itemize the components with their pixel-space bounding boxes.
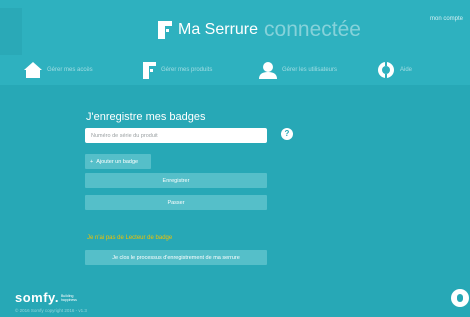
nav-label: Gérer mes produits xyxy=(161,67,213,73)
help-lifebuoy-icon xyxy=(378,62,394,78)
nav-item-manage-access[interactable]: Gérer mes accès xyxy=(24,60,93,80)
user-icon xyxy=(259,61,277,79)
home-icon xyxy=(24,62,42,78)
logo-tagline-line2: happiness xyxy=(60,298,77,302)
somfy-logo: somfy. Building happiness xyxy=(15,289,77,305)
nav-item-manage-users[interactable]: Gérer les utilisateurs xyxy=(259,60,337,80)
nav-label: Gérer les utilisateurs xyxy=(282,67,338,73)
lock-logo-icon xyxy=(158,21,172,39)
brand: Ma Serrure connectée xyxy=(158,18,361,41)
copyright: © 2016 Somfy copyright 2016 - v1.3 xyxy=(15,308,87,313)
header-left-panel xyxy=(0,8,22,55)
form-title: J'enregistre mes badges xyxy=(86,111,206,123)
add-badge-button[interactable]: + Ajouter un badge xyxy=(85,154,151,169)
nav-item-manage-products[interactable]: Gérer mes produits xyxy=(143,60,212,80)
account-link[interactable]: mon compte xyxy=(430,16,463,22)
skip-button[interactable]: Passer xyxy=(85,195,267,210)
nav-label: Gérer mes accès xyxy=(47,67,93,73)
nav-item-help[interactable]: Aide xyxy=(377,60,412,80)
no-reader-link[interactable]: Je n'ai pas de Lecteur de badge xyxy=(87,235,172,241)
logo-wordmark: somfy. xyxy=(15,289,59,305)
nav-label: Aide xyxy=(400,67,413,73)
close-registration-button[interactable]: Je clos le processus d'enregistrement de… xyxy=(85,250,267,265)
serial-number-input[interactable] xyxy=(85,128,267,143)
header: Ma Serrure connectée mon compte xyxy=(0,0,470,55)
logo-tagline: Building happiness xyxy=(61,294,77,302)
brand-subtitle: connectée xyxy=(264,18,361,41)
chat-fab-button[interactable] xyxy=(451,289,469,307)
help-icon[interactable]: ? xyxy=(281,128,293,140)
chat-bubble-icon xyxy=(457,294,463,302)
brand-title: Ma Serrure xyxy=(178,21,259,38)
lock-icon xyxy=(143,61,156,79)
main-nav: Gérer mes accès Gérer mes produits Gérer… xyxy=(0,55,470,85)
register-button[interactable]: Enregistrer xyxy=(85,173,267,188)
add-badge-label: Ajouter un badge xyxy=(96,158,139,165)
plus-icon: + xyxy=(90,158,94,165)
